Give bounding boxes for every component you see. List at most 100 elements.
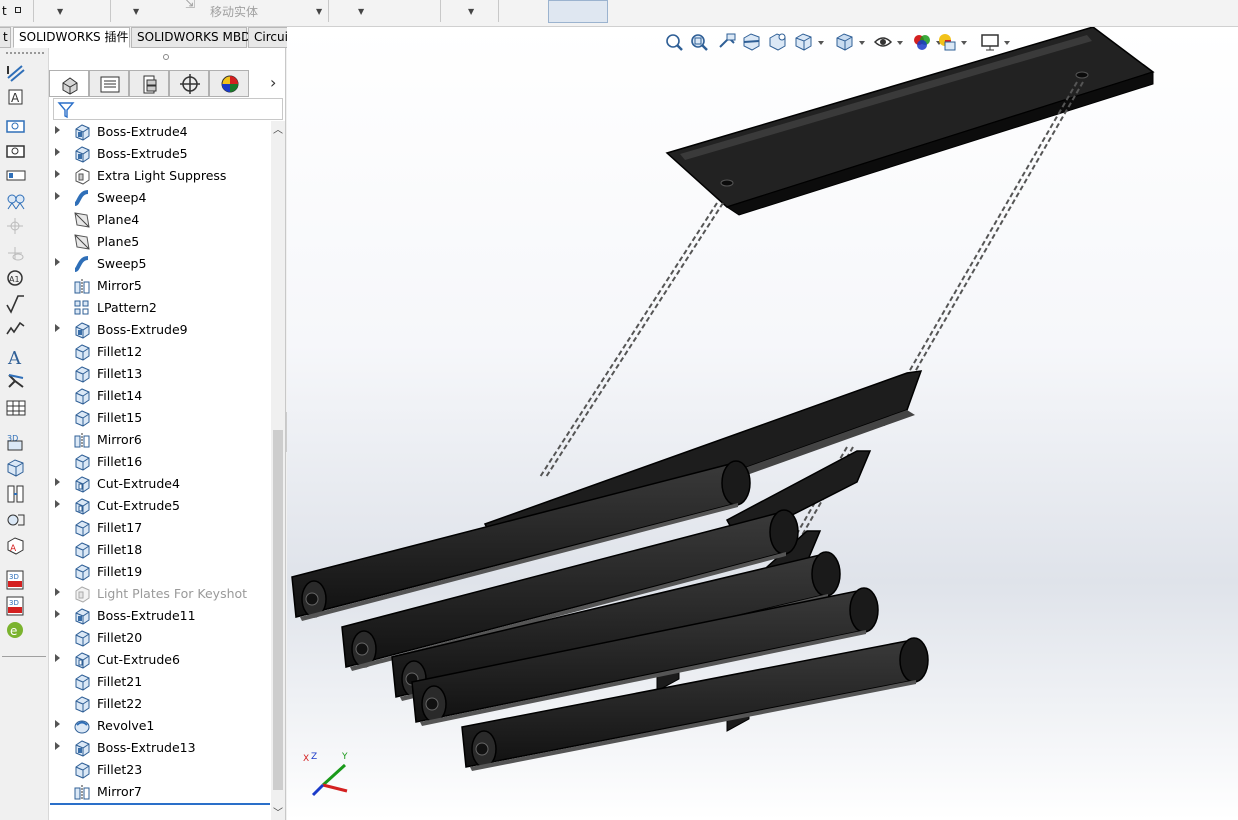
move-body-icon[interactable]: ⇲ <box>185 0 195 11</box>
graphics-area[interactable]: Y X Z <box>287 27 1238 820</box>
linear-dimension-icon[interactable] <box>6 120 25 133</box>
feature-tree-item[interactable]: Fillet12 <box>50 341 270 363</box>
datum-feature-icon[interactable] <box>8 374 24 388</box>
3d-view-icon[interactable]: 3D <box>7 434 23 451</box>
model-view[interactable]: Y X Z <box>287 27 1238 820</box>
feature-tree-item[interactable]: Fillet23 <box>50 759 270 781</box>
display-manager-tab[interactable] <box>209 70 249 97</box>
feature-tree-item[interactable]: Cut-Extrude5 <box>50 495 270 517</box>
publish-3d-pdf-icon[interactable]: 3D <box>6 570 24 590</box>
dropdown-arrow-icon[interactable]: ▼ <box>57 7 63 16</box>
feature-tree-item[interactable]: Fillet13 <box>50 363 270 385</box>
feature-tree-item[interactable]: Fillet20 <box>50 627 270 649</box>
expand-arrow-icon[interactable] <box>55 654 60 662</box>
expand-arrow-icon[interactable] <box>55 170 60 178</box>
feature-tree-item[interactable]: Fillet17 <box>50 517 270 539</box>
expand-arrow-icon[interactable] <box>55 258 60 266</box>
feature-manager-tab[interactable] <box>49 70 89 97</box>
note-icon[interactable]: A <box>8 89 23 105</box>
feature-tree-item[interactable]: Boss-Extrude13 <box>50 737 270 759</box>
surface-finish-icon[interactable] <box>6 295 24 314</box>
feature-tree-item[interactable]: Fillet18 <box>50 539 270 561</box>
feature-label: Boss-Extrude11 <box>97 608 196 623</box>
expand-arrow-icon[interactable] <box>55 742 60 750</box>
smart-dimension-icon[interactable] <box>7 65 25 82</box>
dimxpert-manager-tab[interactable] <box>169 70 209 97</box>
scroll-down-icon[interactable]: ﹀ <box>273 804 283 819</box>
feature-tree-item[interactable]: Cut-Extrude6 <box>50 649 270 671</box>
table-icon[interactable] <box>6 400 26 416</box>
light-tubes[interactable] <box>291 460 929 771</box>
dimxpert-icon[interactable] <box>7 485 24 503</box>
feature-tree-item[interactable]: Boss-Extrude5 <box>50 143 270 165</box>
weld-symbol-icon[interactable]: A1 <box>7 270 23 286</box>
feature-tree-item[interactable]: Fillet14 <box>50 385 270 407</box>
toolbar-grip[interactable] <box>6 52 44 54</box>
feature-tree-item[interactable]: Fillet16 <box>50 451 270 473</box>
extrude-feature-icon <box>73 145 91 163</box>
feature-tree-item[interactable]: Boss-Extrude4 <box>50 121 270 143</box>
panel-grip-icon[interactable] <box>163 54 169 60</box>
expand-arrow-icon[interactable] <box>55 192 60 200</box>
feature-tree-item[interactable]: Fillet15 <box>50 407 270 429</box>
datum-target-icon[interactable] <box>8 247 24 261</box>
feature-tree-item[interactable]: Mirror5 <box>50 275 270 297</box>
feature-tree-item[interactable]: Mirror7 <box>50 781 270 803</box>
rollback-bar[interactable] <box>50 803 270 805</box>
feature-tree-item[interactable]: Revolve1 <box>50 715 270 737</box>
feature-tree-item[interactable]: Mirror6 <box>50 429 270 451</box>
dropdown-arrow-icon[interactable]: ▼ <box>133 7 139 16</box>
feature-tree-item[interactable]: Cut-Extrude4 <box>50 473 270 495</box>
tab-solidworks-mbd[interactable]: SOLIDWORKS MBD <box>131 27 250 48</box>
feature-tree-item[interactable]: LPattern2 <box>50 297 270 319</box>
feature-tree-item[interactable]: Sweep4 <box>50 187 270 209</box>
feature-tree-item[interactable]: Boss-Extrude9 <box>50 319 270 341</box>
panel-expand-arrow-icon[interactable]: › <box>270 73 276 92</box>
expand-arrow-icon[interactable] <box>55 126 60 134</box>
3d-pdf-template-icon[interactable]: 3D <box>6 596 24 616</box>
ordinate-dimension-icon[interactable] <box>6 145 25 158</box>
small-square-icon[interactable] <box>15 7 21 13</box>
edrawings-icon[interactable]: e <box>7 622 23 638</box>
capture-view-icon[interactable] <box>7 459 24 477</box>
auto-balloon-icon[interactable] <box>7 194 25 210</box>
tree-filter-field[interactable] <box>53 98 283 120</box>
feature-tree-item[interactable]: Plane5 <box>50 231 270 253</box>
expand-arrow-icon[interactable] <box>55 148 60 156</box>
tab-solidworks-addins[interactable]: SOLIDWORKS 插件 <box>13 27 130 48</box>
feature-tree-item[interactable]: Plane4 <box>50 209 270 231</box>
feature-tree-item[interactable]: Fillet19 <box>50 561 270 583</box>
feature-label: Fillet20 <box>97 630 143 645</box>
tab-partial[interactable]: t <box>0 27 11 48</box>
expand-arrow-icon[interactable] <box>55 500 60 508</box>
geometric-tolerance-icon[interactable] <box>6 321 25 335</box>
feature-tree-item[interactable]: Sweep5 <box>50 253 270 275</box>
configuration-manager-tab[interactable] <box>129 70 169 97</box>
move-body-button[interactable]: 移动实体 <box>210 3 258 20</box>
tolerance-status-icon[interactable] <box>7 514 25 526</box>
expand-arrow-icon[interactable] <box>55 478 60 486</box>
feature-tree-item[interactable]: Fillet22 <box>50 693 270 715</box>
feature-tree-item[interactable]: Light Plates For Keyshot <box>50 583 270 605</box>
center-mark-icon[interactable] <box>7 218 23 234</box>
dropdown-arrow-icon[interactable]: ▼ <box>316 7 322 16</box>
ceiling-canopy[interactable] <box>665 27 1155 216</box>
toolbar-selected-button[interactable] <box>548 0 608 23</box>
expand-arrow-icon[interactable] <box>55 588 60 596</box>
feature-tree-item[interactable]: Boss-Extrude11 <box>50 605 270 627</box>
property-manager-tab[interactable] <box>89 70 129 97</box>
expand-arrow-icon[interactable] <box>55 720 60 728</box>
expand-arrow-icon[interactable] <box>55 324 60 332</box>
expand-arrow-icon[interactable] <box>55 610 60 618</box>
feature-tree-item[interactable]: Fillet21 <box>50 671 270 693</box>
dropdown-arrow-icon[interactable]: ▼ <box>358 7 364 16</box>
scrollbar-thumb[interactable] <box>273 430 283 790</box>
dropdown-arrow-icon[interactable]: ▼ <box>468 7 474 16</box>
view-triad[interactable]: Y X Z <box>303 752 348 797</box>
show-tolerance-icon[interactable]: A <box>7 537 24 555</box>
feature-tree-item[interactable]: Extra Light Suppress <box>50 165 270 187</box>
balloon-icon[interactable] <box>6 170 26 181</box>
partial-command-label[interactable]: t <box>2 4 7 18</box>
annotation-text-icon[interactable]: A <box>7 348 22 369</box>
scroll-up-icon[interactable]: ︿ <box>273 121 283 136</box>
